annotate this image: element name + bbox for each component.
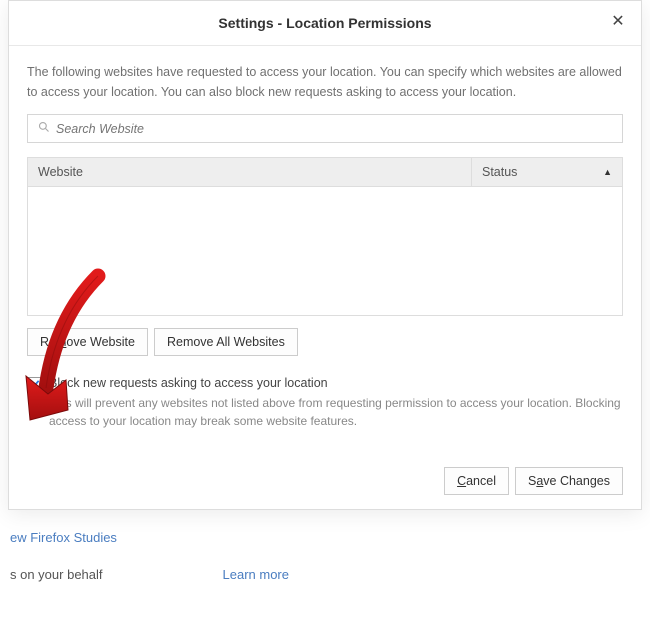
background-page-content: ew Firefox Studies s on your behalf Lear… — [0, 510, 650, 582]
modal-body: The following websites have requested to… — [9, 46, 641, 455]
close-button[interactable]: ✕ — [609, 13, 627, 31]
search-input[interactable] — [56, 122, 612, 136]
save-changes-button[interactable]: Save Changes — [515, 467, 623, 495]
modal-footer: Cancel Save Changes — [9, 455, 641, 509]
close-icon: ✕ — [611, 13, 624, 30]
background-text: s on your behalf — [10, 567, 103, 582]
remove-buttons-row: Remove Website Remove All Websites — [27, 328, 623, 356]
checkmark-icon — [29, 379, 40, 390]
search-website-field[interactable] — [27, 114, 623, 143]
block-requests-help: This will prevent any websites not liste… — [49, 394, 623, 430]
column-website[interactable]: Website — [28, 158, 472, 186]
location-permissions-modal: Settings - Location Permissions ✕ The fo… — [8, 0, 642, 510]
remove-all-websites-button[interactable]: Remove All Websites — [154, 328, 298, 356]
column-status-label: Status — [482, 165, 517, 179]
modal-title: Settings - Location Permissions — [218, 15, 431, 31]
block-requests-checkbox[interactable] — [27, 377, 41, 391]
sort-arrow-icon: ▲ — [603, 167, 612, 177]
modal-header: Settings - Location Permissions ✕ — [9, 1, 641, 46]
search-icon — [38, 121, 50, 136]
block-requests-label: Block new requests asking to access your… — [49, 376, 623, 390]
cancel-button[interactable]: Cancel — [444, 467, 509, 495]
remove-website-button[interactable]: Remove Website — [27, 328, 148, 356]
background-link-studies[interactable]: ew Firefox Studies — [10, 530, 650, 545]
background-link-learn-more[interactable]: Learn more — [223, 567, 289, 582]
column-status[interactable]: Status ▲ — [472, 158, 622, 186]
table-header: Website Status ▲ — [27, 157, 623, 186]
websites-table-body — [27, 186, 623, 316]
block-requests-section: Block new requests asking to access your… — [27, 376, 623, 430]
modal-description: The following websites have requested to… — [27, 62, 623, 102]
